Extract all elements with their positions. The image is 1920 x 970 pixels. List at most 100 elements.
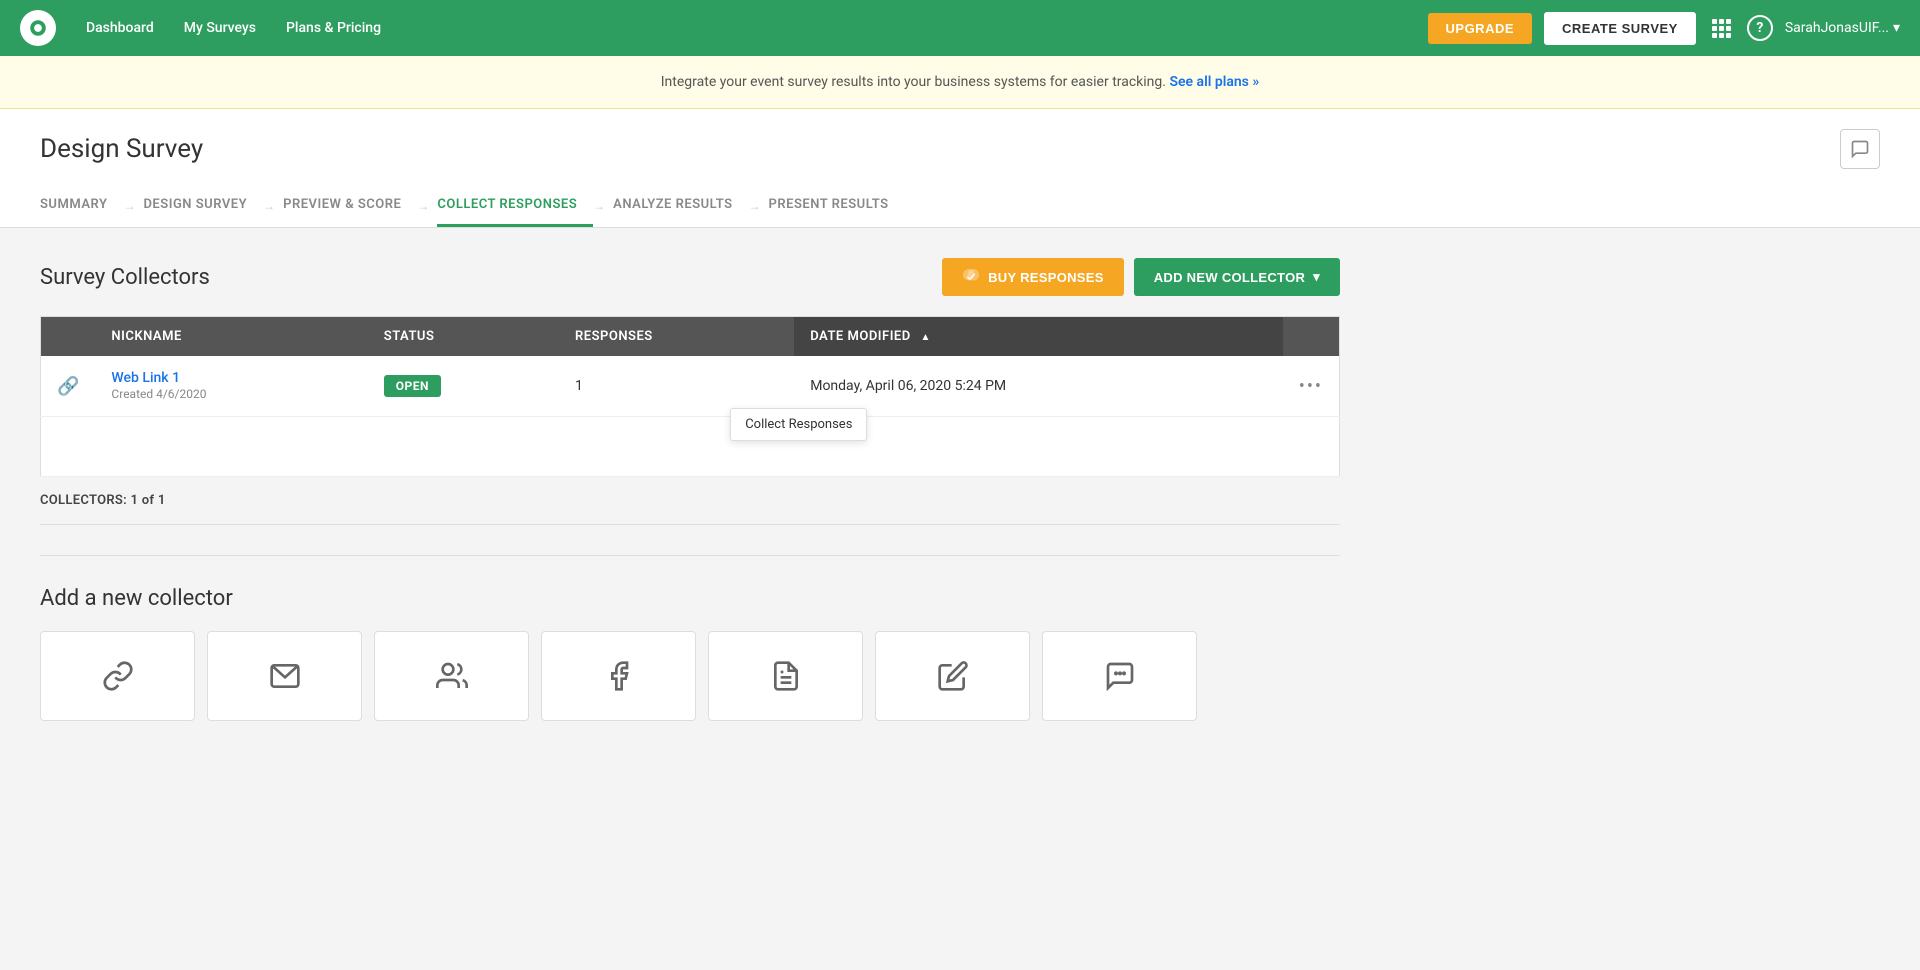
step-arrow-5: → xyxy=(749,199,761,213)
step-summary[interactable]: SUMMARY xyxy=(40,185,123,227)
email-card-icon xyxy=(269,660,301,692)
step-collect-label: COLLECT RESPONSES xyxy=(437,197,577,212)
help-icon[interactable]: ? xyxy=(1747,15,1773,41)
collector-card-document[interactable] xyxy=(708,631,863,721)
user-dropdown-icon: ▾ xyxy=(1893,20,1900,36)
step-design[interactable]: DESIGN SURVEY xyxy=(143,185,263,227)
row-date-cell: Monday, April 06, 2020 5:24 PM Collect R… xyxy=(794,356,1283,417)
group-card-icon xyxy=(436,660,468,692)
row-actions-cell[interactable]: ••• xyxy=(1283,356,1340,417)
topnav-right: UPGRADE CREATE SURVEY ? SarahJonasUIF...… xyxy=(1428,12,1900,45)
collect-responses-tooltip: Collect Responses xyxy=(730,408,867,441)
collectors-actions: BUY RESPONSES ADD NEW COLLECTOR ▾ xyxy=(942,258,1340,296)
row-nickname-cell: Web Link 1 Created 4/6/2020 xyxy=(95,356,367,417)
step-arrow-2: → xyxy=(263,199,275,213)
table-header: NICKNAME STATUS RESPONSES DATE MODIFIED … xyxy=(41,317,1340,357)
page-title: Design Survey xyxy=(40,134,203,164)
th-nickname-label: NICKNAME xyxy=(111,329,181,344)
grid-icon[interactable] xyxy=(1708,15,1735,42)
see-all-plans-link[interactable]: See all plans » xyxy=(1169,74,1259,90)
step-arrow-1: → xyxy=(123,199,135,213)
more-actions-icon[interactable]: ••• xyxy=(1299,376,1323,397)
user-menu[interactable]: SarahJonasUIF... ▾ xyxy=(1785,20,1900,36)
main-content: Survey Collectors BUY RESPONSES ADD NEW … xyxy=(0,228,1380,751)
add-collector-label: ADD NEW COLLECTOR xyxy=(1154,270,1305,285)
logo[interactable] xyxy=(20,10,56,46)
web-link-icon: 🔗 xyxy=(57,376,79,397)
step-navigation: SUMMARY → DESIGN SURVEY → PREVIEW & SCOR… xyxy=(40,185,1880,227)
buy-responses-icon xyxy=(962,268,980,286)
nav-plans-pricing[interactable]: Plans & Pricing xyxy=(286,20,381,36)
th-status[interactable]: STATUS xyxy=(368,317,559,357)
nav-dashboard[interactable]: Dashboard xyxy=(86,20,154,36)
step-analyze[interactable]: ANALYZE RESULTS xyxy=(613,185,748,227)
buy-responses-button[interactable]: BUY RESPONSES xyxy=(942,258,1124,296)
table-row: 🔗 Web Link 1 Created 4/6/2020 OPEN 1 Mon… xyxy=(41,356,1340,417)
add-collector-section: Add a new collector xyxy=(40,586,1340,721)
add-collector-title: Add a new collector xyxy=(40,586,1340,611)
page-header: Design Survey SUMMARY → DESIGN SURVEY → … xyxy=(0,109,1920,228)
date-tooltip-container: Monday, April 06, 2020 5:24 PM Collect R… xyxy=(810,378,1006,394)
page-title-row: Design Survey xyxy=(40,129,1880,169)
add-collector-button[interactable]: ADD NEW COLLECTOR ▾ xyxy=(1134,258,1340,296)
empty-row xyxy=(41,417,1340,477)
collector-card-group[interactable] xyxy=(374,631,529,721)
buy-responses-label: BUY RESPONSES xyxy=(988,270,1104,285)
collectors-count: COLLECTORS: 1 of 1 xyxy=(40,477,1340,525)
add-collector-dropdown-icon: ▾ xyxy=(1313,269,1320,285)
th-date-modified-label: DATE MODIFIED xyxy=(810,329,911,344)
step-present-label: PRESENT RESULTS xyxy=(769,197,889,212)
row-status-cell: OPEN xyxy=(368,356,559,417)
th-responses[interactable]: RESPONSES xyxy=(559,317,794,357)
collector-card-edit[interactable] xyxy=(875,631,1030,721)
collectors-table: NICKNAME STATUS RESPONSES DATE MODIFIED … xyxy=(40,316,1340,477)
section-divider xyxy=(40,555,1340,556)
user-name-label: SarahJonasUIF... xyxy=(1785,20,1889,36)
th-icon xyxy=(41,317,96,357)
th-status-label: STATUS xyxy=(384,329,435,344)
collector-card-email[interactable] xyxy=(207,631,362,721)
sort-asc-icon: ▲ xyxy=(920,332,930,343)
row-icon-cell: 🔗 xyxy=(41,356,96,417)
th-date-modified[interactable]: DATE MODIFIED ▲ xyxy=(794,317,1283,357)
status-badge: OPEN xyxy=(384,375,441,397)
collector-card-messenger[interactable] xyxy=(1042,631,1197,721)
collector-card-web-link[interactable] xyxy=(40,631,195,721)
step-arrow-4: → xyxy=(593,199,605,213)
step-summary-label: SUMMARY xyxy=(40,197,107,212)
step-design-label: DESIGN SURVEY xyxy=(143,197,247,212)
top-navigation: Dashboard My Surveys Plans & Pricing UPG… xyxy=(0,0,1920,56)
step-preview-label: PREVIEW & SCORE xyxy=(283,197,401,212)
collectors-section-title: Survey Collectors xyxy=(40,265,210,290)
nav-my-surveys[interactable]: My Surveys xyxy=(184,20,256,36)
th-nickname[interactable]: NICKNAME xyxy=(95,317,367,357)
step-collect[interactable]: COLLECT RESPONSES xyxy=(437,185,593,227)
web-link-card-icon xyxy=(102,660,134,692)
collector-card-facebook[interactable] xyxy=(541,631,696,721)
empty-cell xyxy=(41,417,1340,477)
step-preview[interactable]: PREVIEW & SCORE xyxy=(283,185,417,227)
collector-created-date: Created 4/6/2020 xyxy=(111,387,206,401)
responses-count: 1 xyxy=(575,378,583,394)
facebook-card-icon xyxy=(603,660,635,692)
step-present[interactable]: PRESENT RESULTS xyxy=(769,185,905,227)
collectors-header: Survey Collectors BUY RESPONSES ADD NEW … xyxy=(40,258,1340,296)
edit-card-icon xyxy=(937,660,969,692)
chat-icon-button[interactable] xyxy=(1840,129,1880,169)
step-arrow-3: → xyxy=(417,199,429,213)
collector-name-link[interactable]: Web Link 1 xyxy=(111,370,351,386)
collectors-count-value: 1 of 1 xyxy=(131,493,166,508)
table-body: 🔗 Web Link 1 Created 4/6/2020 OPEN 1 Mon… xyxy=(41,356,1340,477)
banner-text: Integrate your event survey results into… xyxy=(661,74,1166,90)
messenger-card-icon xyxy=(1104,660,1136,692)
date-modified-value: Monday, April 06, 2020 5:24 PM xyxy=(810,378,1006,394)
step-analyze-label: ANALYZE RESULTS xyxy=(613,197,732,212)
create-survey-button[interactable]: CREATE SURVEY xyxy=(1544,12,1696,45)
collectors-count-label: COLLECTORS: xyxy=(40,493,127,508)
collector-cards xyxy=(40,631,1340,721)
th-responses-label: RESPONSES xyxy=(575,329,653,344)
upgrade-button[interactable]: UPGRADE xyxy=(1428,13,1533,44)
promo-banner: Integrate your event survey results into… xyxy=(0,56,1920,109)
th-actions xyxy=(1283,317,1340,357)
document-card-icon xyxy=(770,660,802,692)
